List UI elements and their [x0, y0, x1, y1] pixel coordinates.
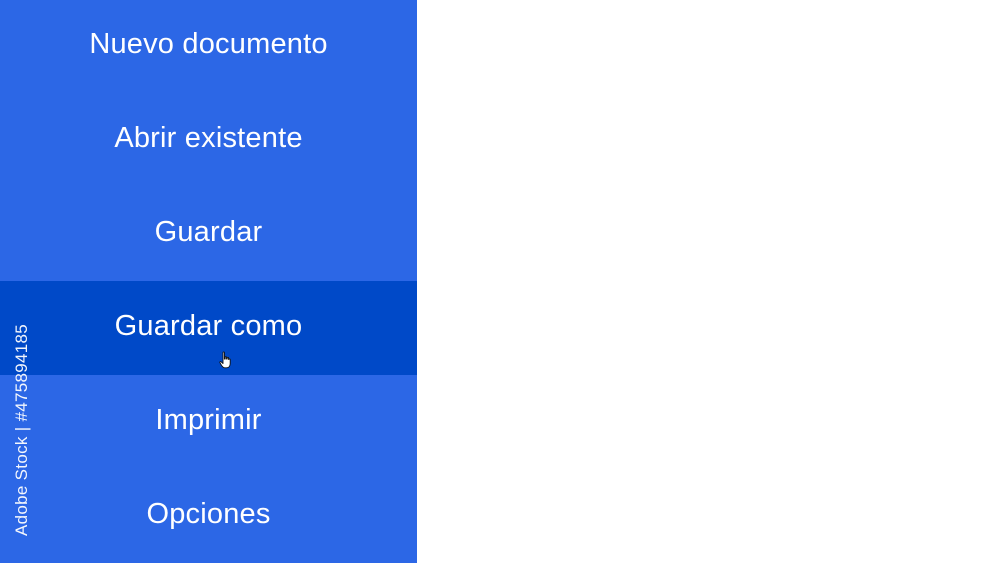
app-window: Nuevo documento Abrir existente Guardar … [0, 0, 1000, 563]
menu-item-imprimir[interactable]: Imprimir [0, 375, 417, 469]
menu-item-opciones[interactable]: Opciones [0, 469, 417, 563]
menu-item-guardar[interactable]: Guardar [0, 188, 417, 282]
menu-item-label: Guardar [154, 216, 263, 249]
menu-item-label: Nuevo documento [89, 28, 328, 61]
watermark-label: Adobe Stock | #475894185 [12, 323, 32, 537]
menu-item-label: Imprimir [155, 403, 262, 436]
menu-item-nuevo-documento[interactable]: Nuevo documento [0, 0, 417, 94]
menu-item-guardar-como[interactable]: Guardar como [0, 281, 417, 376]
menu-item-abrir-existente[interactable]: Abrir existente [0, 94, 417, 188]
file-menu-panel: Nuevo documento Abrir existente Guardar … [0, 0, 417, 563]
menu-item-label: Guardar como [114, 309, 303, 342]
menu-item-label: Abrir existente [114, 122, 303, 155]
blank-content-area [417, 0, 1000, 563]
stock-watermark-text: Adobe Stock | #475894185 [8, 305, 36, 555]
menu-item-label: Opciones [146, 497, 271, 530]
hand-pointer-icon [219, 351, 231, 369]
